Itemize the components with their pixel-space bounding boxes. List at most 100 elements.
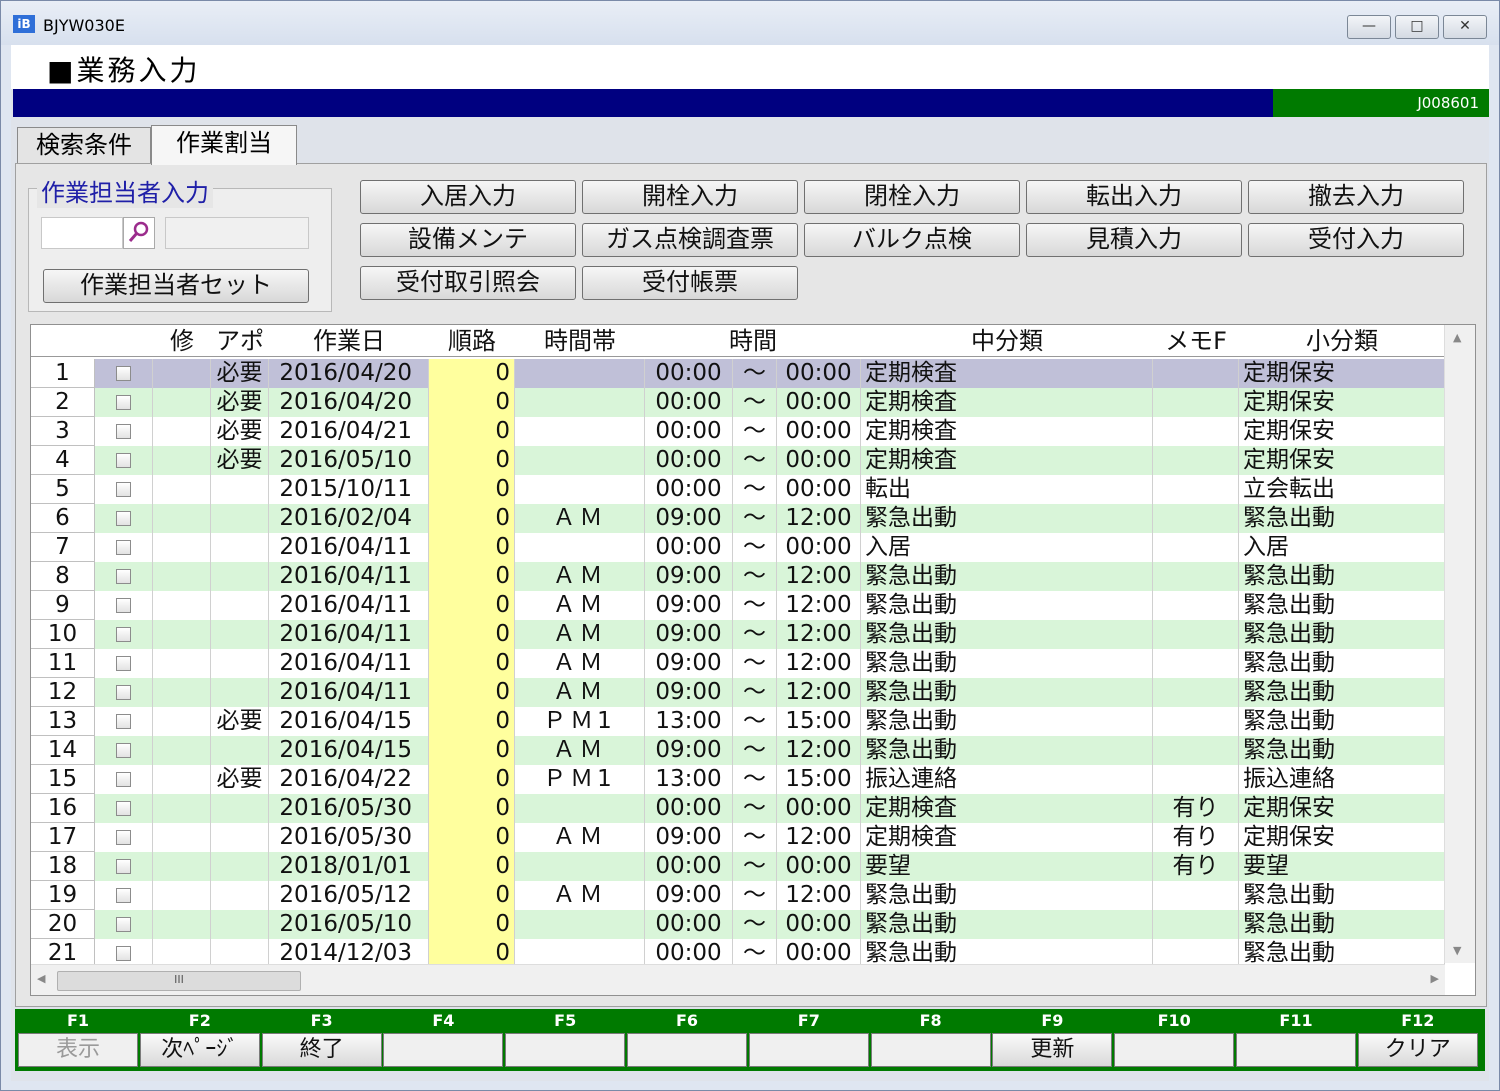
table-row[interactable]: 2 必要 2016/04/20 0 00:00 ～ 00:00 定期検査 定期保安 [31,388,1445,417]
scroll-left-icon[interactable]: ◀ [37,972,45,985]
fkey-button-f5[interactable] [505,1033,626,1067]
table-row[interactable]: 19 2016/05/12 0 ＡＭ 09:00 ～ 12:00 緊急出動 緊急出動 [31,881,1445,910]
minimize-button[interactable]: — [1347,15,1391,39]
fkey-button-f7[interactable] [748,1033,869,1067]
table-row[interactable]: 16 2016/05/30 0 00:00 ～ 00:00 定期検査 有り 定期保安 [31,794,1445,823]
row-select-checkbox[interactable] [116,946,131,961]
move-in-button[interactable]: 入居入力 [360,180,576,214]
scroll-up-icon[interactable]: ▲ [1453,331,1461,344]
estimate-button[interactable]: 見積入力 [1026,223,1242,257]
row-select-checkbox[interactable] [116,801,131,816]
vertical-scrollbar[interactable]: ▲ ▼ [1444,325,1475,963]
row-slot [515,359,645,388]
bulk-inspection-button[interactable]: バルク点検 [804,223,1020,257]
table-row[interactable]: 12 2016/04/11 0 ＡＭ 09:00 ～ 12:00 緊急出動 緊急出動 [31,678,1445,707]
table-row[interactable]: 11 2016/04/11 0 ＡＭ 09:00 ～ 12:00 緊急出動 緊急出動 [31,649,1445,678]
close-valve-button[interactable]: 閉栓入力 [804,180,1020,214]
worker-search-button[interactable] [123,217,155,249]
row-number: 1 [31,359,95,388]
row-middle-category: 定期検査 [861,388,1153,417]
table-row[interactable]: 14 2016/04/15 0 ＡＭ 09:00 ～ 12:00 緊急出動 緊急出動 [31,736,1445,765]
table-row[interactable]: 4 必要 2016/05/10 0 00:00 ～ 00:00 定期検査 定期保安 [31,446,1445,475]
removal-button[interactable]: 撤去入力 [1248,180,1464,214]
row-select-checkbox[interactable] [116,917,131,932]
header-mod[interactable]: 修 [153,325,211,357]
scroll-down-icon[interactable]: ▼ [1453,944,1461,957]
header-date[interactable]: 作業日 [269,325,429,357]
row-select-checkbox[interactable] [116,569,131,584]
table-row[interactable]: 6 2016/02/04 0 ＡＭ 09:00 ～ 12:00 緊急出動 緊急出動 [31,504,1445,533]
row-small-category: 緊急出動 [1239,562,1445,591]
tab-work-assignment[interactable]: 作業割当 [151,125,297,165]
fkey-button-f8[interactable] [870,1033,991,1067]
table-row[interactable]: 9 2016/04/11 0 ＡＭ 09:00 ～ 12:00 緊急出動 緊急出動 [31,591,1445,620]
row-select-checkbox[interactable] [116,366,131,381]
row-select-checkbox[interactable] [116,743,131,758]
row-select-checkbox[interactable] [116,424,131,439]
row-select-checkbox[interactable] [116,830,131,845]
row-select-checkbox[interactable] [116,656,131,671]
fkey-button-f1[interactable]: 表示 [18,1033,138,1067]
fkey-button-f6[interactable] [627,1033,747,1067]
open-valve-button[interactable]: 開栓入力 [582,180,798,214]
horizontal-scrollbar[interactable]: ◀ III ▶ [31,964,1445,995]
table-row[interactable]: 18 2018/01/01 0 00:00 ～ 00:00 要望 有り 要望 [31,852,1445,881]
fkey-button-f9[interactable]: 更新 [992,1033,1113,1067]
table-row[interactable]: 17 2016/05/30 0 ＡＭ 09:00 ～ 12:00 定期検査 有り 定期保安 [31,823,1445,852]
row-select-checkbox[interactable] [116,540,131,555]
gas-inspection-button[interactable]: ガス点検調査票 [582,223,798,257]
row-select-checkbox[interactable] [116,453,131,468]
header-order[interactable]: 順路 [429,325,515,357]
reception-report-button[interactable]: 受付帳票 [582,266,798,300]
reception-input-button[interactable]: 受付入力 [1248,223,1464,257]
row-select-checkbox[interactable] [116,395,131,410]
worker-code-input[interactable] [41,217,123,249]
row-select-checkbox[interactable] [116,772,131,787]
row-appo [211,823,269,852]
horizontal-scroll-thumb[interactable]: III [57,971,301,991]
row-select-checkbox[interactable] [116,859,131,874]
header-small-category[interactable]: 小分類 [1239,325,1445,357]
reception-inquiry-button[interactable]: 受付取引照会 [360,266,576,300]
table-row[interactable]: 7 2016/04/11 0 00:00 ～ 00:00 入居 入居 [31,533,1445,562]
row-order: 0 [429,910,515,939]
row-order: 0 [429,388,515,417]
row-select-checkbox[interactable] [116,685,131,700]
worker-set-button[interactable]: 作業担当者セット [43,269,309,303]
fkey-button-f2[interactable]: 次ﾍﾟｰｼﾞ [139,1033,260,1067]
table-row[interactable]: 3 必要 2016/04/21 0 00:00 ～ 00:00 定期検査 定期保安 [31,417,1445,446]
fkey-button-f4[interactable] [383,1033,504,1067]
fkey-button-f3[interactable]: 終了 [261,1033,382,1067]
move-out-button[interactable]: 転出入力 [1026,180,1242,214]
row-date: 2016/04/11 [269,678,429,707]
table-row[interactable]: 15 必要 2016/04/22 0 ＰＭ1 13:00 ～ 15:00 振込連絡 振込連絡 [31,765,1445,794]
maximize-button[interactable]: □ [1395,15,1439,39]
row-select-checkbox[interactable] [116,482,131,497]
header-memo[interactable]: メモF [1153,325,1239,357]
header-middle-category[interactable]: 中分類 [861,325,1153,357]
fkey-button-f12[interactable]: クリア [1357,1033,1478,1067]
table-row[interactable]: 5 2015/10/11 0 00:00 ～ 00:00 転出 立会転出 [31,475,1445,504]
row-time-from: 09:00 [645,881,733,910]
scroll-right-icon[interactable]: ▶ [1431,972,1439,985]
table-row[interactable]: 10 2016/04/11 0 ＡＭ 09:00 ～ 12:00 緊急出動 緊急出動 [31,620,1445,649]
header-appo[interactable]: アポ [211,325,269,357]
row-number: 15 [31,765,95,794]
row-select-checkbox[interactable] [116,598,131,613]
row-time-to: 00:00 [777,533,861,562]
table-row[interactable]: 20 2016/05/10 0 00:00 ～ 00:00 緊急出動 緊急出動 [31,910,1445,939]
fkey-button-f10[interactable] [1114,1033,1235,1067]
tab-search-conditions[interactable]: 検索条件 [17,127,151,163]
row-select-checkbox[interactable] [116,888,131,903]
header-time[interactable]: 時間 [645,325,861,357]
header-slot[interactable]: 時間帯 [515,325,645,357]
equipment-maintenance-button[interactable]: 設備メンテ [360,223,576,257]
row-select-checkbox[interactable] [116,511,131,526]
table-row[interactable]: 1 必要 2016/04/20 0 00:00 ～ 00:00 定期検査 定期保安 [31,359,1445,388]
row-select-checkbox[interactable] [116,714,131,729]
row-select-checkbox[interactable] [116,627,131,642]
fkey-button-f11[interactable] [1236,1033,1356,1067]
table-row[interactable]: 13 必要 2016/04/15 0 ＰＭ1 13:00 ～ 15:00 緊急出動 緊急出動 [31,707,1445,736]
close-button[interactable]: ✕ [1443,15,1487,39]
table-row[interactable]: 8 2016/04/11 0 ＡＭ 09:00 ～ 12:00 緊急出動 緊急出動 [31,562,1445,591]
